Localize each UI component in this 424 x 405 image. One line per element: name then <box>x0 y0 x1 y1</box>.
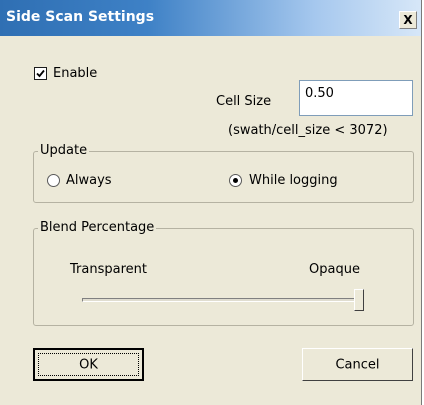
cancel-label: Cancel <box>335 357 380 372</box>
cell-size-label: Cell Size <box>216 94 272 109</box>
slider-track <box>82 298 364 302</box>
cell-size-input[interactable] <box>299 80 413 116</box>
always-label: Always <box>66 173 112 188</box>
update-option-always[interactable]: Always <box>47 173 112 188</box>
enable-checkbox[interactable] <box>34 67 47 80</box>
blend-group-label: Blend Percentage <box>38 220 157 235</box>
slider-thumb[interactable] <box>354 289 364 311</box>
enable-checkbox-row[interactable]: Enable <box>34 66 97 81</box>
radio-selected-dot <box>233 178 238 183</box>
update-option-while-logging[interactable]: While logging <box>229 173 338 188</box>
ok-label: OK <box>79 357 98 372</box>
blend-slider[interactable] <box>82 287 364 313</box>
close-icon: X <box>403 13 413 27</box>
checkmark-icon <box>36 69 45 78</box>
title-bar[interactable]: Side Scan Settings X <box>0 0 421 36</box>
close-button[interactable]: X <box>399 11 417 29</box>
enable-label: Enable <box>53 66 98 81</box>
window-title: Side Scan Settings <box>6 9 155 25</box>
update-group-label: Update <box>38 143 90 158</box>
transparent-label: Transparent <box>70 262 147 277</box>
cancel-button[interactable]: Cancel <box>302 348 413 381</box>
opaque-label: Opaque <box>309 262 360 277</box>
cell-size-hint: (swath/cell_size < 3072) <box>228 123 388 138</box>
side-scan-settings-dialog: Side Scan Settings X Enable Cell Size (s… <box>0 0 422 405</box>
while-logging-label: While logging <box>249 173 338 188</box>
ok-button[interactable]: OK <box>33 348 144 381</box>
while-logging-radio[interactable] <box>229 174 242 187</box>
always-radio[interactable] <box>47 174 60 187</box>
